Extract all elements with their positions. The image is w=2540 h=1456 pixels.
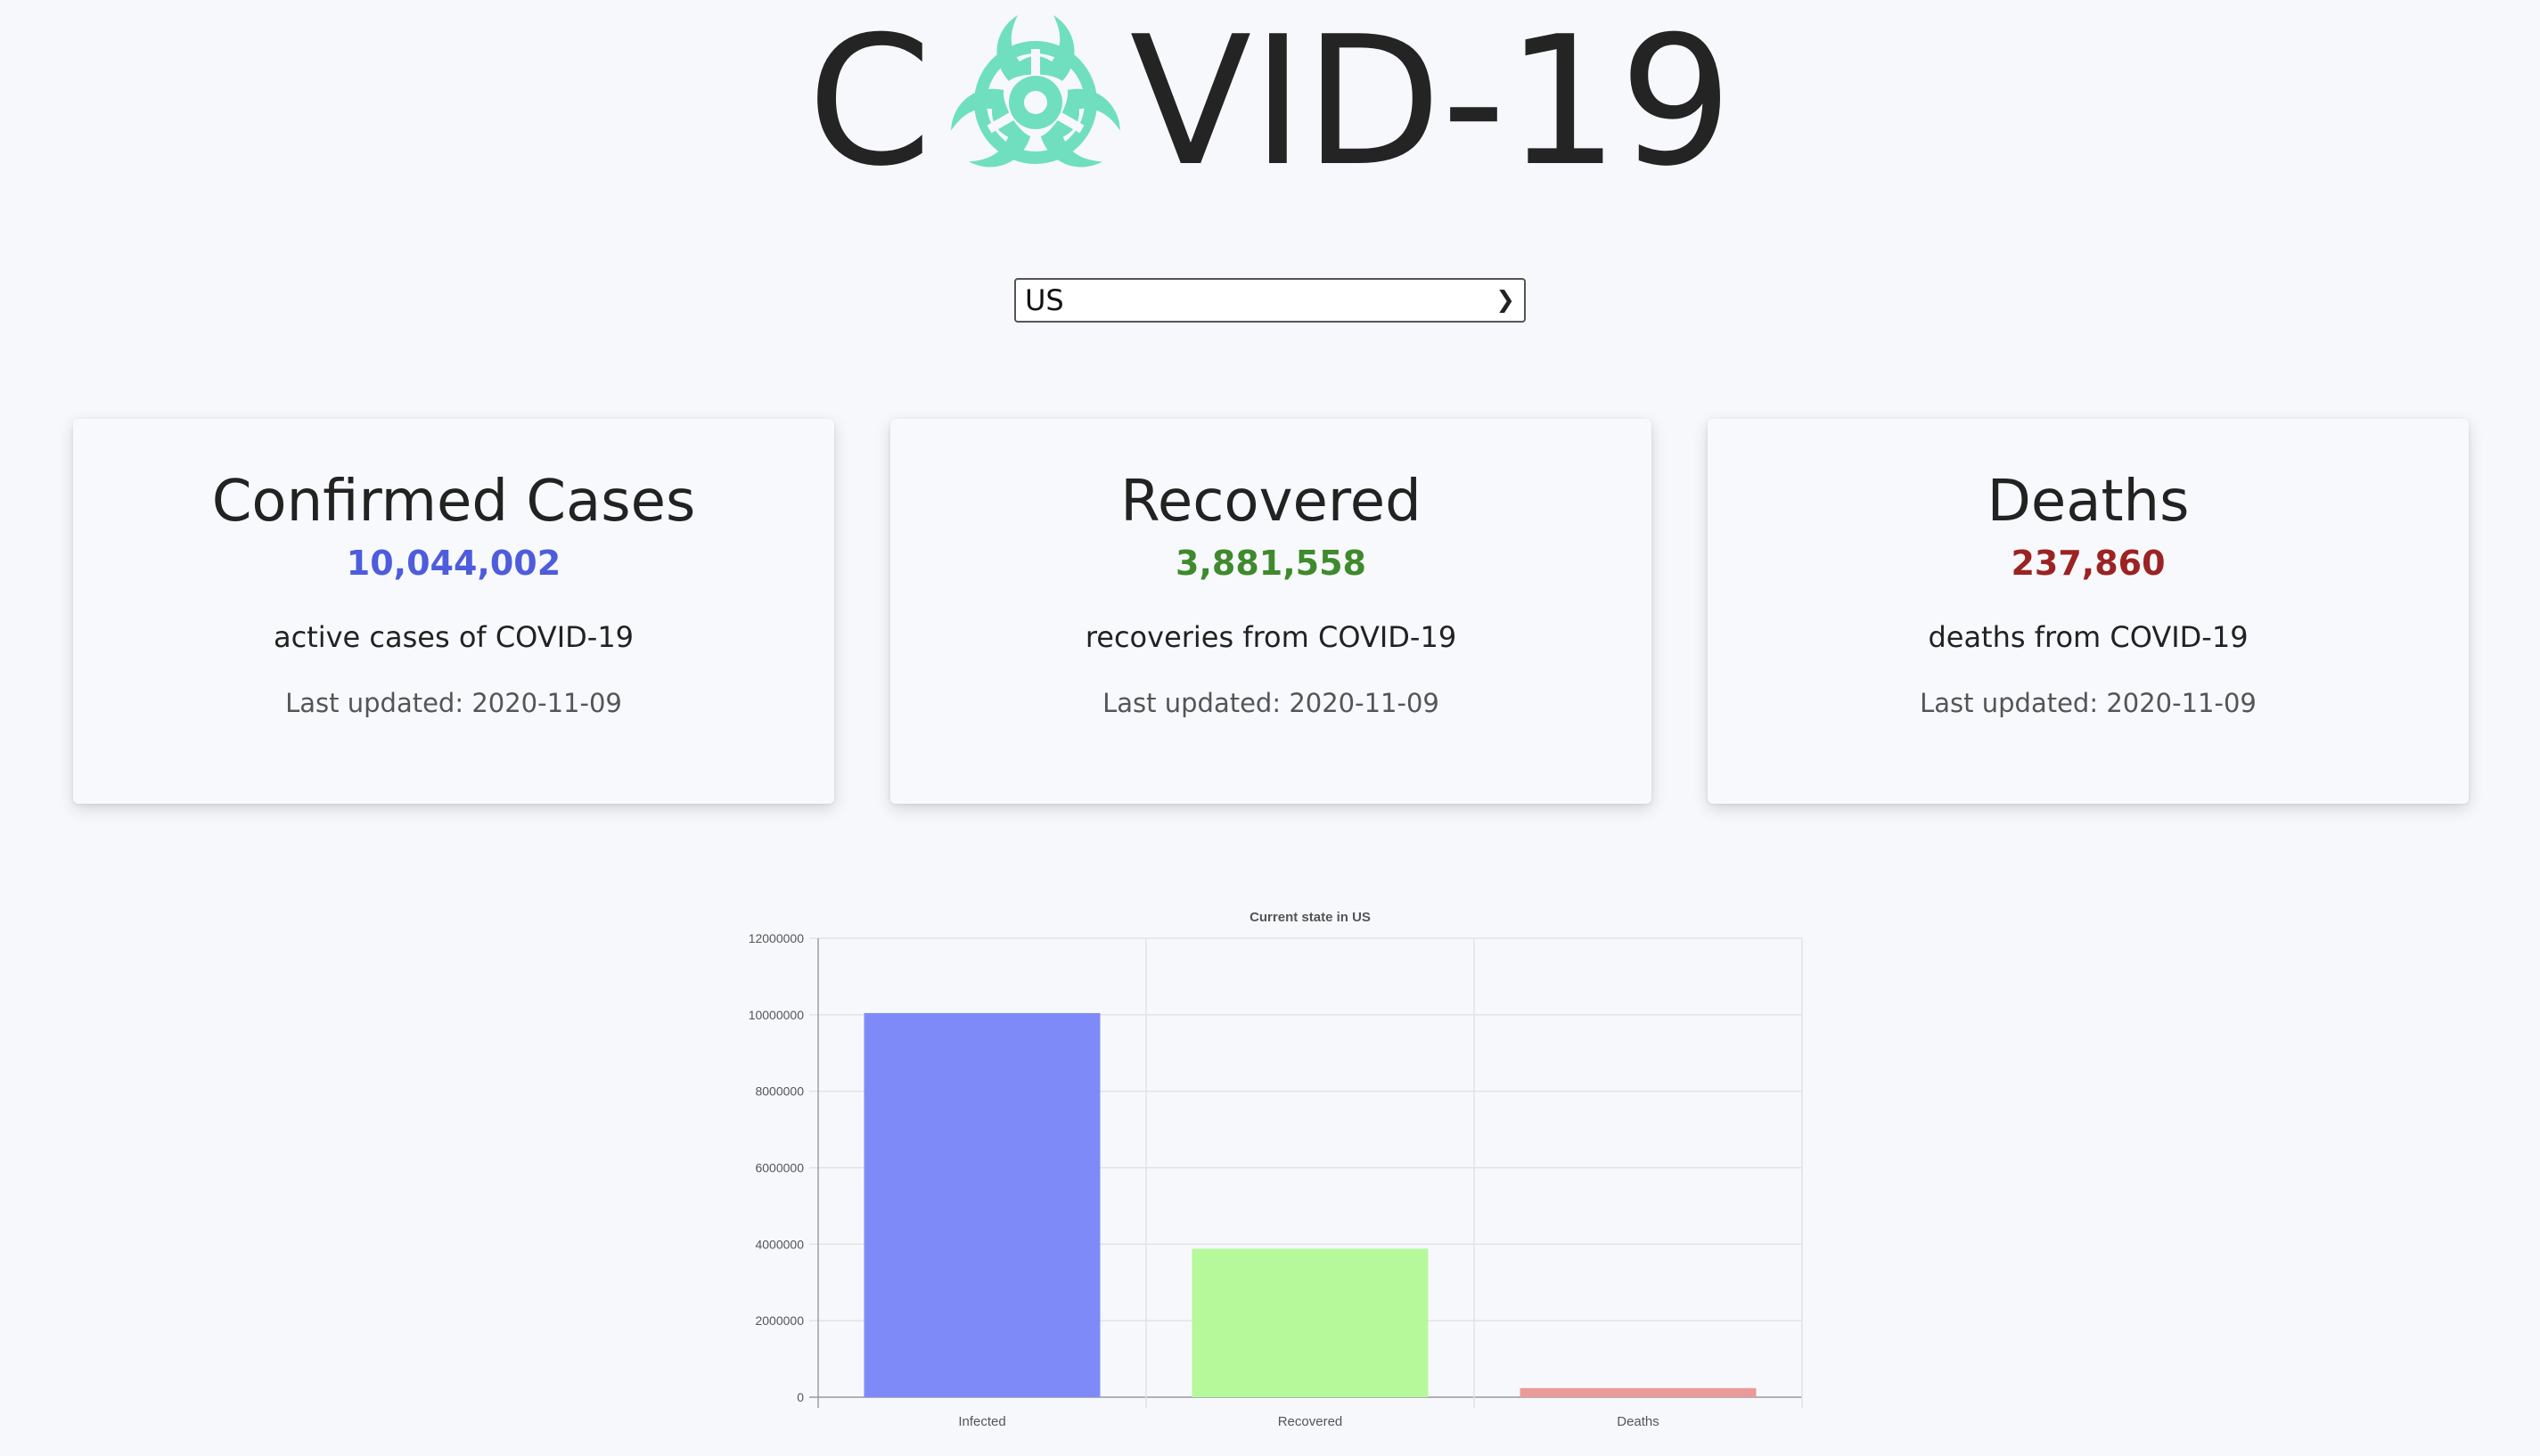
y-tick-label: 10000000 (749, 1008, 805, 1022)
biohazard-icon (939, 15, 1131, 180)
y-tick-label: 6000000 (755, 1161, 804, 1175)
recovered-card: Recovered 3,881,558 recoveries from COVI… (890, 419, 1651, 804)
card-title: Deaths (1987, 469, 2190, 535)
card-value: 3,881,558 (1176, 544, 1366, 584)
card-title: Recovered (1120, 469, 1422, 535)
card-description: active cases of COVID-19 (273, 620, 635, 655)
country-select-value: US (1025, 283, 1064, 317)
y-tick-label: 0 (797, 1390, 804, 1404)
x-tick-label: Recovered (1278, 1414, 1343, 1429)
y-tick-label: 8000000 (755, 1084, 804, 1099)
x-tick-label: Infected (958, 1414, 1005, 1429)
bar-deaths (1520, 1387, 1757, 1397)
y-tick-label: 12000000 (749, 931, 805, 945)
deaths-card: Deaths 237,860 deaths from COVID-19 Last… (1708, 419, 2469, 804)
title-suffix: VID-19 (1129, 0, 1733, 206)
x-tick-label: Deaths (1617, 1414, 1659, 1429)
bar-chart: Current state in US 0 2000000 4000000 600000… (695, 900, 1854, 1435)
y-tick-label: 4000000 (755, 1237, 804, 1251)
page-title: C VID-19 (807, 11, 1733, 194)
y-tick-label: 2000000 (755, 1313, 804, 1328)
card-description: deaths from COVID-19 (1928, 620, 2249, 655)
card-last-updated: Last updated: 2020-11-09 (1102, 688, 1439, 719)
country-select[interactable]: US ❯ (1014, 278, 1526, 323)
chart-title: Current state in US (1250, 910, 1371, 925)
card-value: 10,044,002 (346, 544, 561, 584)
card-value: 237,860 (2011, 544, 2166, 584)
country-select-wrapper: US ❯ (1014, 278, 1526, 323)
card-description: recoveries from COVID-19 (1085, 620, 1457, 655)
title-prefix: C (807, 0, 932, 206)
bar-infected (864, 1012, 1101, 1397)
card-title: Confirmed Cases (211, 469, 696, 535)
chart-canvas: Current state in US 0 2000000 4000000 600000… (749, 910, 1803, 1429)
card-last-updated: Last updated: 2020-11-09 (1920, 688, 2257, 719)
bar-recovered (1192, 1248, 1429, 1397)
confirmed-cases-card: Confirmed Cases 10,044,002 active cases … (73, 419, 834, 804)
chevron-down-icon: ❯ (1495, 287, 1515, 314)
card-last-updated: Last updated: 2020-11-09 (285, 688, 622, 719)
app-header: C VID-19 (0, 0, 2540, 205)
